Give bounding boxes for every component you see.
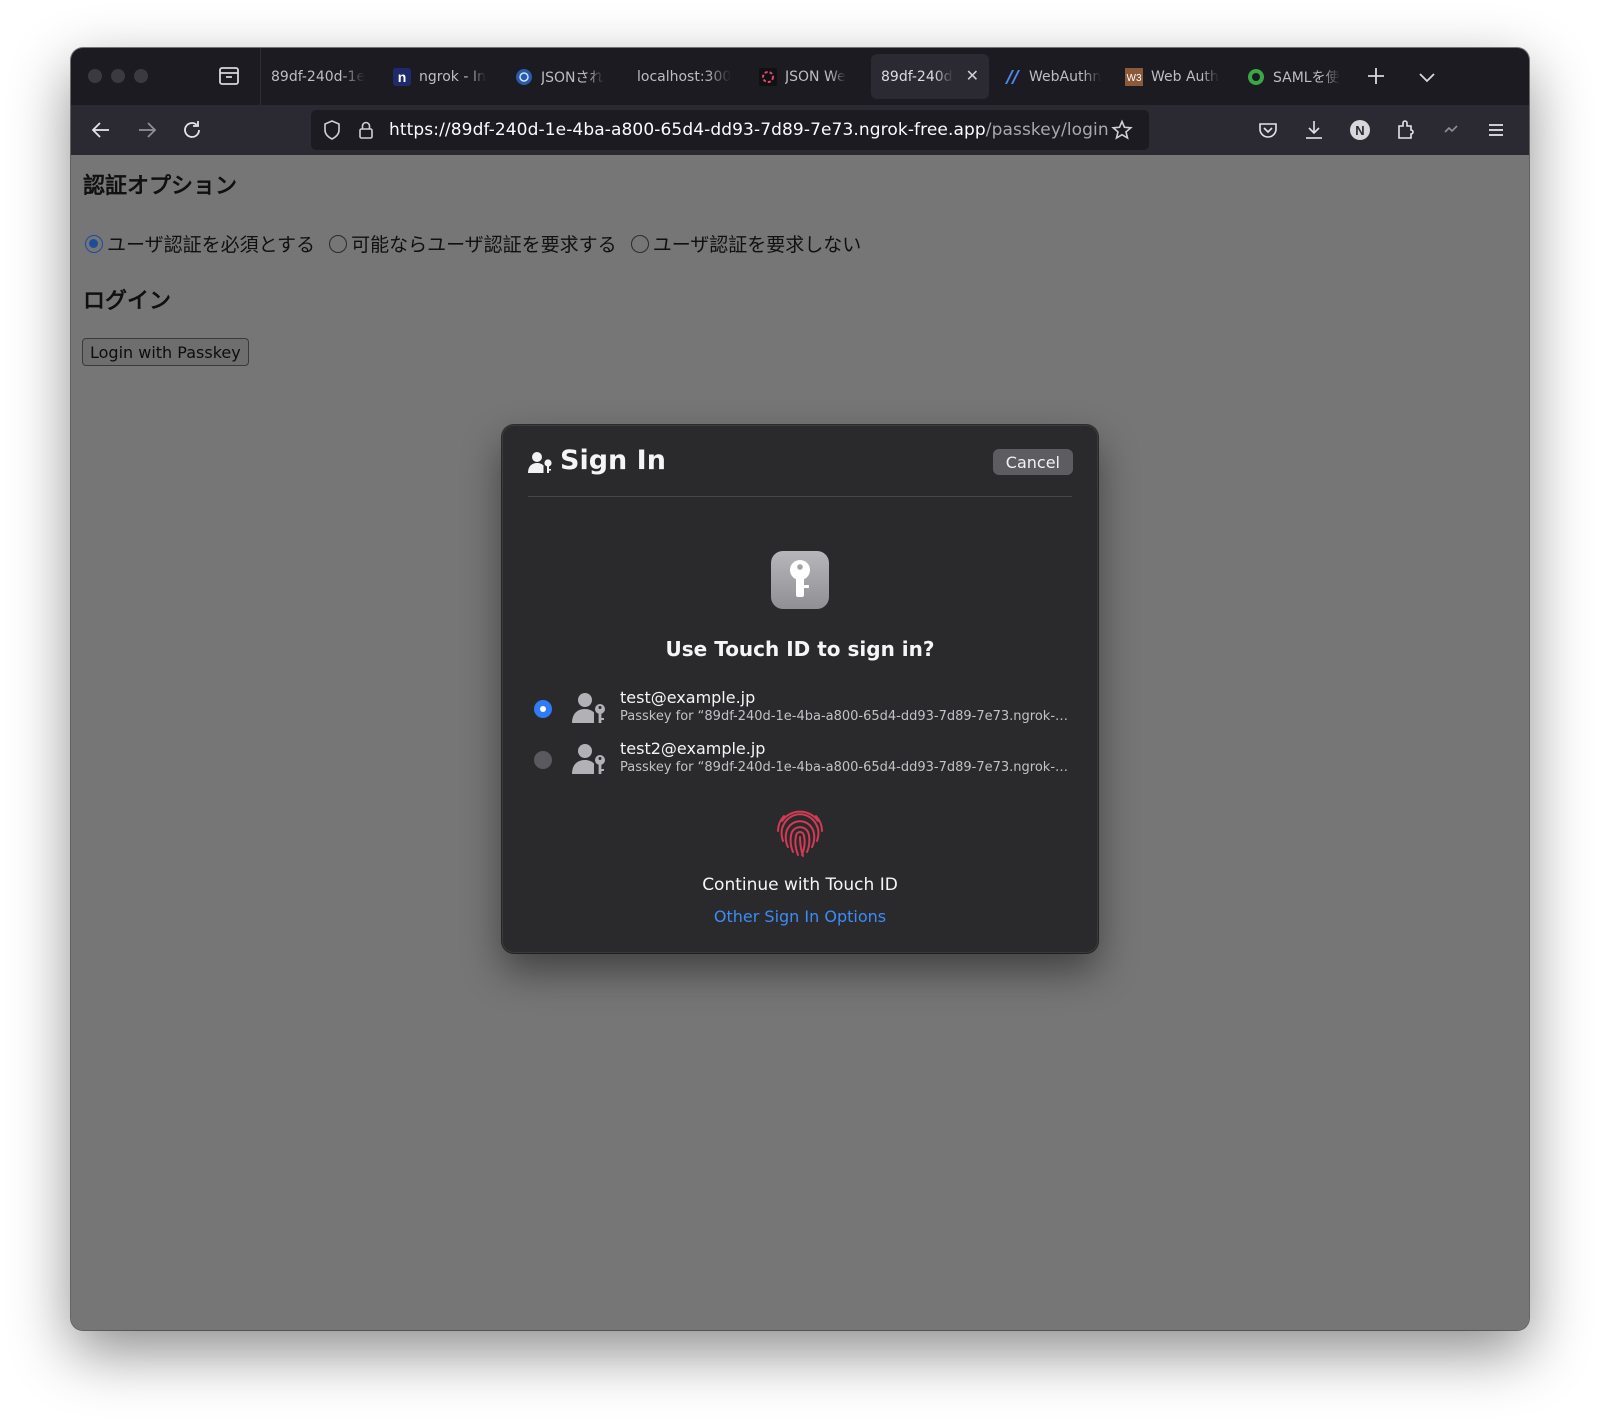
reload-icon[interactable] — [178, 116, 206, 144]
account-name: test2@example.jp — [620, 739, 766, 758]
tab-label: JSON We — [785, 68, 846, 85]
radio-button[interactable] — [85, 234, 103, 253]
tab-8[interactable]: W3 Web Auth — [1115, 54, 1233, 99]
person-key-icon — [528, 451, 554, 475]
passkey-sign-in-dialog: Sign In Cancel Use Touch ID to sign in? … — [502, 425, 1098, 953]
person-key-icon — [572, 691, 608, 725]
url-text[interactable]: https://89df-240d-1e-4ba-a800-65d4-dd93-… — [389, 120, 1109, 140]
back-arrow-icon[interactable] — [87, 116, 115, 144]
passwords-key-icon — [771, 551, 829, 609]
dialog-divider — [528, 496, 1072, 497]
minimize-window-button[interactable] — [111, 69, 125, 83]
dialog-question: Use Touch ID to sign in? — [665, 637, 935, 661]
tab-label: localhost:300 — [637, 68, 732, 85]
tab-bar: 89df-240d-1e n ngrok - In JSONされ localho… — [71, 48, 1529, 105]
account-radio[interactable] — [534, 751, 552, 769]
close-window-button[interactable] — [88, 69, 102, 83]
account-description: Passkey for “89df-240d-1e-4ba-a800-65d4-… — [620, 709, 1070, 724]
touch-id-label: Continue with Touch ID — [702, 875, 898, 895]
tab-6-active[interactable]: 89df-240d ✕ — [871, 54, 989, 99]
tab-label: 89df-240d-1e — [271, 68, 366, 85]
w3c-icon: W3 — [1125, 67, 1143, 86]
radio-option-discouraged[interactable]: ユーザ認証を要求しない — [630, 230, 862, 257]
account-avatar-icon[interactable]: N — [1346, 116, 1374, 144]
account-name: test@example.jp — [620, 688, 756, 707]
radio-label: ユーザ認証を要求しない — [652, 234, 862, 256]
svg-text:n: n — [398, 69, 407, 85]
forward-arrow-icon[interactable] — [133, 116, 161, 144]
close-tab-icon[interactable]: ✕ — [966, 66, 979, 85]
radio-button[interactable] — [630, 234, 649, 253]
shield-icon[interactable] — [321, 119, 343, 141]
url-bar[interactable]: https://89df-240d-1e-4ba-a800-65d4-dd93-… — [311, 110, 1149, 150]
account-option-test[interactable]: test@example.jp Passkey for “89df-240d-1… — [534, 688, 1074, 728]
tab-1[interactable]: 89df-240d-1e — [261, 54, 379, 99]
radio-label: 可能ならユーザ認証を要求する — [351, 234, 617, 256]
globe-icon — [515, 68, 533, 86]
account-description: Passkey for “89df-240d-1e-4ba-a800-65d4-… — [620, 760, 1070, 775]
options-heading: 認証オプション — [83, 174, 238, 199]
tab-9[interactable]: SAMLを使 — [1237, 54, 1355, 99]
tab-label: JSONされ — [541, 69, 604, 86]
login-heading: ログイン — [83, 289, 172, 314]
svg-text:W3: W3 — [1127, 73, 1142, 84]
firefox-view-icon[interactable] — [217, 65, 241, 87]
auth-options-group: ユーザ認証を必須とする 可能ならユーザ認証を要求する ユーザ認証を要求しない — [85, 230, 875, 257]
url-host: https://89df-240d-1e-4ba-a800-65d4-dd93-… — [389, 120, 986, 140]
tab-2[interactable]: n ngrok - In — [383, 54, 501, 99]
radio-option-preferred[interactable]: 可能ならユーザ認証を要求する — [329, 230, 617, 257]
window-controls — [88, 69, 148, 83]
tab-3[interactable]: JSONされ — [505, 54, 623, 99]
webauthn-icon — [1003, 68, 1021, 86]
lock-icon[interactable] — [355, 119, 377, 141]
zoom-window-button[interactable] — [134, 69, 148, 83]
dialog-title: Sign In — [560, 445, 666, 476]
extension-icon[interactable] — [1437, 116, 1465, 144]
tab-label: WebAuthn — [1029, 68, 1102, 85]
login-with-passkey-button[interactable]: Login with Passkey — [82, 338, 249, 366]
tab-5[interactable]: JSON We — [749, 54, 867, 99]
other-sign-in-options-link[interactable]: Other Sign In Options — [502, 907, 1098, 926]
account-option-test2[interactable]: test2@example.jp Passkey for “89df-240d-… — [534, 739, 1074, 779]
cancel-button[interactable]: Cancel — [992, 449, 1073, 475]
url-path: /passkey/login — [985, 120, 1109, 140]
tab-label: SAMLを使 — [1273, 69, 1340, 86]
download-icon[interactable] — [1300, 116, 1328, 144]
hamburger-menu-icon[interactable] — [1482, 116, 1510, 144]
tab-label: ngrok - In — [419, 68, 486, 85]
tab-4[interactable]: localhost:300 — [627, 54, 745, 99]
radio-option-required[interactable]: ユーザ認証を必須とする — [85, 230, 315, 257]
json-icon — [759, 67, 777, 86]
extensions-puzzle-icon[interactable] — [1392, 116, 1420, 144]
radio-label: ユーザ認証を必須とする — [107, 234, 316, 256]
navigation-toolbar: https://89df-240d-1e-4ba-a800-65d4-dd93-… — [71, 105, 1529, 155]
new-tab-icon[interactable] — [1363, 62, 1389, 90]
ngrok-icon: n — [393, 67, 411, 86]
chevron-down-icon[interactable] — [1414, 64, 1440, 90]
green-logo-icon — [1247, 68, 1265, 86]
person-key-icon — [572, 742, 608, 776]
tab-7[interactable]: WebAuthn — [993, 54, 1111, 99]
fingerprint-icon[interactable] — [770, 801, 830, 861]
pocket-icon[interactable] — [1254, 116, 1282, 144]
tab-label: Web Auth — [1151, 68, 1219, 85]
account-badge: N — [1355, 123, 1364, 138]
tab-label: 89df-240d — [881, 68, 953, 85]
account-radio[interactable] — [534, 700, 552, 718]
star-bookmark-icon[interactable] — [1111, 119, 1133, 141]
radio-button[interactable] — [329, 234, 348, 253]
